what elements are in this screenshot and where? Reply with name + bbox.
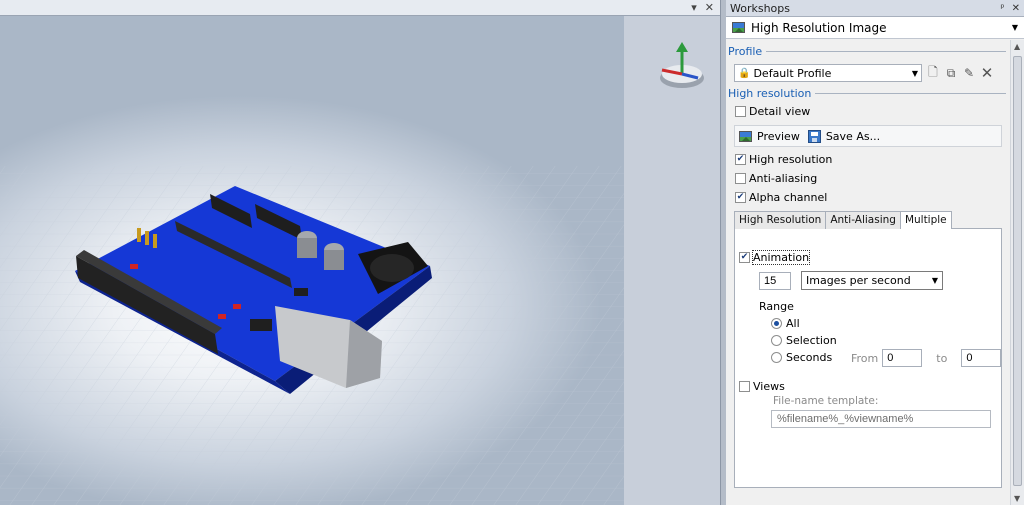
profile-row: 🔒 Default Profile ▼ 🗋 ⧉ ✎ ✕: [726, 62, 1010, 84]
hires-group-title: High resolution: [728, 86, 812, 100]
pin-icon[interactable]: ᵖ: [1000, 3, 1004, 14]
rate-input[interactable]: [759, 271, 791, 290]
profile-group-header: Profile: [726, 44, 1010, 58]
new-profile-icon[interactable]: 🗋: [926, 65, 940, 80]
alpha-channel-checkbox[interactable]: ✔ Alpha channel: [726, 188, 1010, 207]
tab-multiple[interactable]: Multiple: [899, 211, 952, 230]
close-icon[interactable]: ✕: [1012, 3, 1020, 14]
range-selection-radio[interactable]: Selection: [771, 334, 837, 347]
workshops-panel: Workshops ᵖ ✕ High Resolution Image ▼ Pr…: [726, 0, 1024, 505]
seconds-range-row: From to: [851, 349, 1002, 367]
range-all-label: All: [786, 317, 800, 330]
panel-titlebar: Workshops ᵖ ✕: [726, 0, 1024, 17]
scene-graphic: [0, 166, 624, 505]
panel-scrollbar[interactable]: ▲ ▼: [1010, 40, 1024, 505]
3d-viewport[interactable]: [0, 16, 624, 505]
checkbox-box: [735, 173, 746, 184]
settings-tabs: High Resolution Anti-Aliasing Multiple: [734, 211, 1002, 230]
views-label: Views: [753, 380, 785, 393]
range-label: Range: [759, 300, 794, 313]
rate-unit-select[interactable]: Images per second ▼: [801, 271, 943, 290]
save-icon: [807, 129, 821, 143]
high-resolution-checkbox[interactable]: ✔ High resolution: [726, 150, 1010, 169]
image-icon: [732, 22, 745, 33]
template-row: [771, 410, 991, 428]
viewport-header: ▾ ✕: [0, 0, 720, 16]
range-all-radio[interactable]: All: [771, 317, 800, 330]
rate-row: Images per second ▼: [759, 271, 943, 290]
viewport-margin: [624, 16, 720, 505]
radio-dot: [771, 318, 782, 329]
hires-group-header: High resolution: [726, 86, 1010, 100]
scroll-up-icon[interactable]: ▲: [1014, 42, 1020, 51]
scroll-down-icon[interactable]: ▼: [1014, 494, 1020, 503]
high-resolution-label: High resolution: [749, 153, 833, 166]
to-input[interactable]: [961, 349, 1002, 367]
from-input[interactable]: [882, 349, 923, 367]
template-input[interactable]: [771, 410, 991, 428]
anti-aliasing-label: Anti-aliasing: [749, 172, 818, 185]
delete-profile-icon[interactable]: ✕: [980, 64, 994, 82]
anti-aliasing-checkbox[interactable]: Anti-aliasing: [726, 169, 1010, 188]
to-label: to: [936, 351, 948, 365]
panel-title: Workshops: [730, 1, 791, 15]
chevron-down-icon: ▼: [931, 276, 938, 285]
rate-unit-value: Images per second: [806, 274, 911, 287]
profile-select[interactable]: 🔒 Default Profile ▼: [734, 64, 922, 82]
profile-group-title: Profile: [728, 44, 763, 58]
tab-anti-aliasing[interactable]: Anti-Aliasing: [825, 211, 901, 229]
from-label: From: [851, 351, 879, 365]
animation-checkbox[interactable]: ✔ Animation: [739, 250, 811, 265]
chevron-down-icon: ▼: [911, 68, 918, 78]
save-as-label: Save As...: [825, 129, 881, 143]
checkbox-box: [735, 106, 746, 117]
checkbox-box: ✔: [739, 252, 750, 263]
detail-view-label: Detail view: [749, 105, 811, 118]
preview-button[interactable]: Preview: [739, 130, 800, 143]
template-label: File-name template:: [773, 395, 879, 407]
scrollbar-thumb[interactable]: [1013, 56, 1022, 486]
preview-toolbar: Preview Save As...: [734, 125, 1002, 147]
checkbox-box: [739, 381, 750, 392]
preview-icon: [739, 130, 752, 142]
animation-label: Animation: [751, 250, 811, 265]
workshop-select-label: High Resolution Image: [751, 20, 887, 35]
workshop-select[interactable]: High Resolution Image ▼: [726, 17, 1024, 39]
viewport-close-icon[interactable]: ✕: [705, 0, 714, 16]
radio-dot: [771, 335, 782, 346]
detail-view-checkbox[interactable]: Detail view: [726, 102, 1010, 121]
views-checkbox[interactable]: Views: [739, 380, 785, 393]
range-selection-label: Selection: [786, 334, 837, 347]
save-as-button[interactable]: Save As...: [807, 129, 881, 143]
preview-label: Preview: [757, 129, 800, 143]
tab-high-resolution[interactable]: High Resolution: [734, 211, 827, 229]
rename-profile-icon[interactable]: ✎: [962, 66, 976, 80]
range-seconds-radio[interactable]: Seconds: [771, 351, 832, 364]
lock-icon: 🔒: [738, 67, 751, 79]
checkbox-box: ✔: [735, 192, 746, 203]
panel-body: Profile 🔒 Default Profile ▼ 🗋 ⧉ ✎ ✕ High…: [726, 40, 1010, 505]
profile-select-value: Default Profile: [753, 66, 832, 80]
copy-profile-icon[interactable]: ⧉: [944, 66, 958, 80]
viewport-dropdown-icon[interactable]: ▾: [691, 0, 697, 16]
alpha-channel-label: Alpha channel: [749, 191, 828, 204]
radio-dot: [771, 352, 782, 363]
checkbox-box: ✔: [735, 154, 746, 165]
chevron-down-icon[interactable]: ▼: [1012, 23, 1018, 32]
range-seconds-label: Seconds: [786, 351, 833, 364]
multiple-tab-content: ✔ Animation Images per second ▼ Range Al…: [734, 229, 1002, 488]
